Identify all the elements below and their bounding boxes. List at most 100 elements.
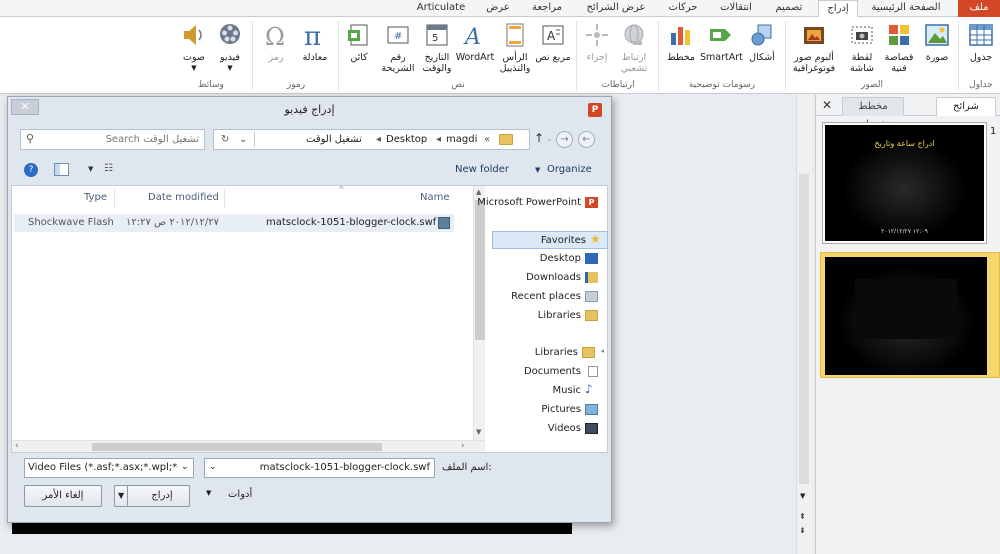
column-type[interactable]: Type: [84, 192, 107, 203]
audio-button[interactable]: صوت ▼: [176, 21, 212, 74]
tools-button[interactable]: أدوات: [228, 489, 252, 500]
recent-locations-icon[interactable]: ⌄: [546, 134, 553, 143]
column-separator[interactable]: [224, 188, 225, 208]
nav-item-powerpoint[interactable]: Microsoft PowerPoint P: [477, 194, 608, 212]
headerfooter-button[interactable]: الرأس والتذييل: [496, 21, 534, 74]
photoalbum-button[interactable]: ألبوم صور فوتوغرافية: [788, 21, 840, 74]
scroll-up-icon[interactable]: ▲: [476, 188, 481, 196]
browser-content: Type Date modified ^ Name Shockwave Flas…: [11, 185, 608, 453]
scroll-left-icon[interactable]: ‹: [15, 441, 19, 451]
breadcrumb-item[interactable]: تشغيل الوقت: [306, 134, 362, 145]
nav-item-music[interactable]: Music ♪: [486, 382, 608, 400]
tab-review[interactable]: مراجعة: [522, 0, 572, 17]
nav-item-downloads[interactable]: Downloads: [486, 269, 608, 287]
chevron-down-icon[interactable]: ▼: [88, 165, 93, 173]
filename-input[interactable]: ⌄ matsclock-1051-blogger-clock.swf: [204, 458, 435, 478]
nav-item-label: Videos: [547, 423, 581, 434]
scrollbar-thumb[interactable]: [799, 174, 809, 484]
breadcrumb-item[interactable]: Desktop: [386, 134, 427, 145]
view-options-icon[interactable]: ☷: [104, 163, 113, 174]
search-input[interactable]: [39, 132, 199, 147]
textbox-button[interactable]: A مربع نص: [534, 21, 572, 63]
screenshot-button[interactable]: لقطة شاشة: [842, 21, 882, 74]
scrollbar-thumb[interactable]: [92, 443, 382, 451]
column-date[interactable]: Date modified: [148, 192, 219, 203]
address-bar[interactable]: ↻ ⌄ تشغيل الوقت ◂ Desktop ◂ magdi «: [213, 129, 530, 150]
action-button[interactable]: إجراء: [580, 21, 614, 63]
nav-item-favorites[interactable]: Favorites ★: [492, 231, 608, 249]
breadcrumb-overflow-icon[interactable]: «: [484, 134, 490, 145]
tab-articulate[interactable]: Articulate: [408, 0, 474, 17]
datetime-button[interactable]: 5 التاريخ والوقت: [418, 21, 456, 74]
column-separator[interactable]: [114, 188, 115, 208]
slide-thumbnail-2[interactable]: [820, 252, 1000, 378]
nav-item-pictures[interactable]: Pictures: [486, 401, 608, 419]
column-name[interactable]: Name: [420, 192, 450, 203]
breadcrumb-separator-icon[interactable]: ◂: [376, 134, 381, 145]
file-list-vertical-scrollbar[interactable]: ▲ ▼: [473, 186, 485, 440]
nav-item-documents[interactable]: Documents: [486, 363, 608, 381]
navigation-pane: Microsoft PowerPoint P Favorites ★ Deskt…: [477, 186, 608, 452]
editor-vertical-scrollbar[interactable]: ▼ ⇞ ⇟: [796, 94, 812, 554]
up-arrow-icon[interactable]: ↑: [534, 131, 544, 145]
tab-insert[interactable]: إدراج: [818, 0, 858, 18]
scroll-down-icon[interactable]: ▼: [800, 492, 809, 500]
tab-animations[interactable]: حركات: [660, 0, 706, 17]
table-button[interactable]: جدول: [962, 21, 1000, 63]
nav-item-recent[interactable]: Recent places: [486, 288, 608, 306]
chevron-down-icon[interactable]: ▼: [206, 489, 211, 497]
back-button[interactable]: ←: [578, 131, 595, 148]
organize-button[interactable]: Organize: [547, 164, 592, 175]
hyperlink-button[interactable]: ارتباط تشعبي: [614, 21, 654, 74]
chevron-down-icon[interactable]: ⌄: [239, 134, 247, 145]
shapes-button[interactable]: أشكال: [744, 21, 780, 63]
nav-item-desktop[interactable]: Desktop: [486, 250, 608, 268]
forward-button[interactable]: →: [556, 131, 573, 148]
nav-item-libraries[interactable]: Libraries ◂: [486, 344, 608, 362]
tab-slideshow[interactable]: عرض الشرائح: [578, 0, 654, 17]
tab-file[interactable]: ملف: [958, 0, 1000, 17]
video-button[interactable]: فيديو ▼: [212, 21, 248, 74]
clipart-button[interactable]: قصاصة فنية: [880, 21, 918, 74]
chevron-down-icon[interactable]: ⌄: [209, 462, 217, 472]
chart-button[interactable]: مخطط: [664, 21, 698, 63]
scrollbar-thumb[interactable]: [475, 200, 485, 340]
object-button[interactable]: كائن: [342, 21, 376, 63]
new-folder-button[interactable]: New folder: [455, 164, 509, 175]
tab-view[interactable]: عرض: [478, 0, 518, 17]
tab-transitions[interactable]: انتقالات: [708, 0, 764, 17]
refresh-icon[interactable]: ↻: [221, 134, 229, 145]
symbol-button[interactable]: Ω رمز: [258, 21, 294, 63]
next-slide-icon[interactable]: ⇟: [799, 526, 810, 536]
preview-pane-icon[interactable]: [54, 163, 69, 176]
wordart-button[interactable]: A WordArt: [454, 21, 496, 63]
slide-thumbnail-1[interactable]: ادراج ساعة وتاريخ ١٢:٠٩ ٢٠١٢/١٢/٢٧: [822, 122, 987, 244]
nav-item-videos[interactable]: Videos: [486, 420, 608, 438]
breadcrumb-separator-icon[interactable]: ◂: [436, 134, 441, 145]
file-row[interactable]: Shockwave Flash ٢٠١٢/١٢/٢٧ ص ١٢:٢٧ matsc…: [14, 214, 454, 232]
filetype-select[interactable]: Video Files (*.asf;*.asx;*.wpl;*.w ⌄: [24, 458, 194, 478]
cancel-button[interactable]: إلغاء الأمر: [24, 485, 102, 507]
nav-item-label: Favorites: [540, 235, 586, 246]
previous-slide-icon[interactable]: ⇞: [799, 512, 810, 522]
tab-design[interactable]: تصميم: [766, 0, 812, 17]
nav-item-libraries-fav[interactable]: Libraries: [486, 307, 608, 325]
chevron-down-icon[interactable]: ▼: [118, 486, 129, 506]
search-box[interactable]: ⚲: [20, 129, 205, 150]
downloads-icon: [585, 272, 598, 283]
file-list-horizontal-scrollbar[interactable]: ‹ ›: [12, 440, 485, 452]
insert-split-button[interactable]: ▼ إدراج: [114, 485, 190, 507]
smartart-button[interactable]: SmartArt: [700, 21, 743, 63]
scroll-down-icon[interactable]: ▼: [476, 428, 481, 436]
help-icon[interactable]: ?: [24, 163, 38, 177]
tab-home[interactable]: الصفحة الرئيسية: [860, 0, 952, 17]
close-icon[interactable]: ✕: [820, 99, 834, 113]
slidenumber-button[interactable]: # رقم الشريحة: [378, 21, 418, 74]
breadcrumb-item[interactable]: magdi: [446, 134, 477, 145]
tab-slides[interactable]: شرائح: [936, 97, 996, 116]
chevron-left-icon[interactable]: ◂: [600, 347, 604, 355]
tab-outline[interactable]: مخطط تفصيلي: [842, 97, 904, 130]
picture-button[interactable]: صورة: [918, 21, 956, 63]
equation-button[interactable]: π معادلة: [296, 21, 334, 63]
scroll-right-icon[interactable]: ›: [461, 441, 465, 451]
